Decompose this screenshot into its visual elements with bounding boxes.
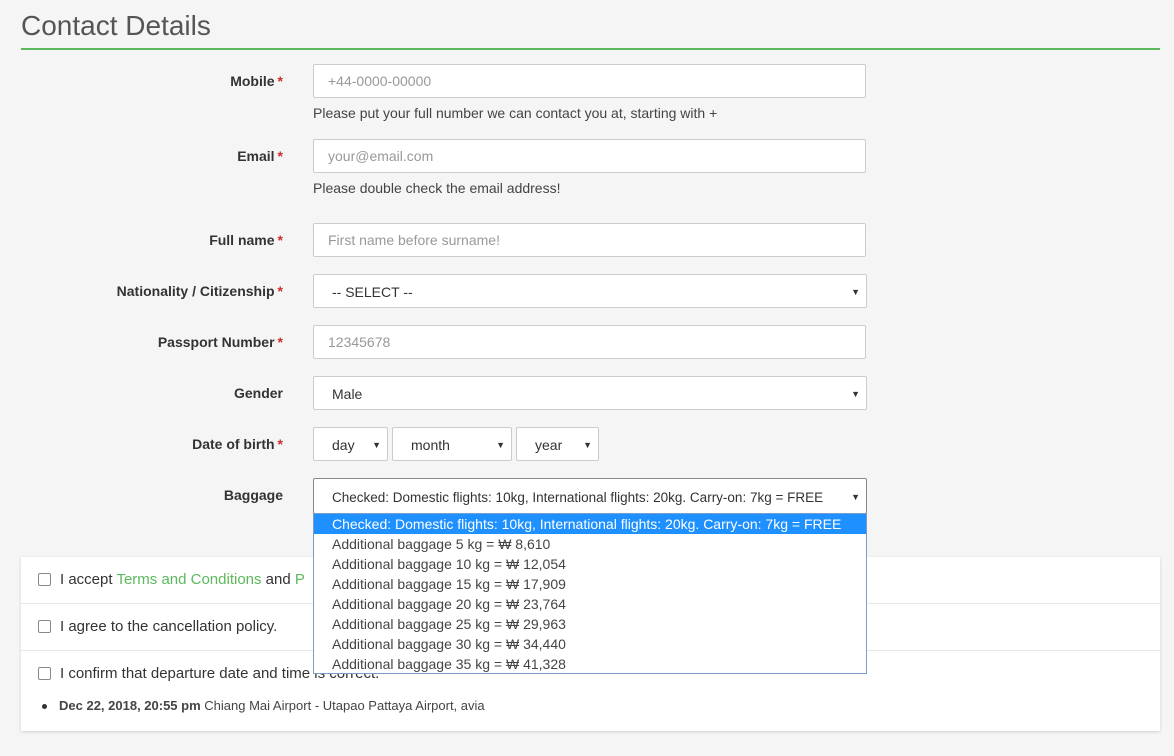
terms-prefix-text: I accept <box>60 571 117 588</box>
mobile-label-text: Mobile <box>230 73 275 89</box>
baggage-option[interactable]: Additional baggage 5 kg = ₩ 8,610 <box>314 534 866 554</box>
required-marker: * <box>277 436 283 452</box>
mobile-input[interactable]: +44-0000-00000 <box>313 64 866 98</box>
baggage-dropdown-list: Checked: Domestic flights: 10kg, Interna… <box>313 513 867 674</box>
baggage-label: Baggage <box>223 487 283 503</box>
nationality-label: Nationality / Citizenship * <box>117 283 283 299</box>
dob-label-text: Date of birth <box>192 436 275 452</box>
chevron-down-icon: ▼ <box>851 492 860 502</box>
departure-checkbox[interactable] <box>38 667 51 680</box>
email-input[interactable]: your@email.com <box>313 139 866 173</box>
dob-year-value: year <box>535 437 563 453</box>
privacy-link[interactable]: P <box>295 571 305 588</box>
passport-label-text: Passport Number <box>157 334 275 350</box>
passport-input[interactable]: 12345678 <box>313 325 866 359</box>
chevron-down-icon: ▼ <box>496 440 505 450</box>
gender-selected-value: Male <box>332 386 363 402</box>
chevron-down-icon: ▼ <box>851 389 860 399</box>
bullet-icon <box>42 704 47 710</box>
mobile-help-text: Please put your full number we can conta… <box>313 105 718 121</box>
dob-month-value: month <box>411 437 450 453</box>
required-marker: * <box>277 283 283 299</box>
chevron-down-icon: ▼ <box>372 440 381 450</box>
cancellation-label: I agree to the cancellation policy. <box>60 618 278 635</box>
gender-select[interactable]: Male ▼ <box>313 376 867 410</box>
baggage-select[interactable]: Checked: Domestic flights: 10kg, Interna… <box>313 478 867 514</box>
baggage-option[interactable]: Checked: Domestic flights: 10kg, Interna… <box>314 514 866 534</box>
full-name-input[interactable]: First name before surname! <box>313 223 866 257</box>
dob-month-select[interactable]: month ▼ <box>392 427 512 461</box>
email-label: Email * <box>237 148 283 164</box>
passport-label: Passport Number * <box>158 334 283 350</box>
baggage-option[interactable]: Additional baggage 10 kg = ₩ 12,054 <box>314 554 866 574</box>
terms-and-text: and <box>261 571 295 588</box>
nationality-select[interactable]: -- SELECT -- ▼ <box>313 274 867 308</box>
terms-checkbox[interactable] <box>38 573 51 586</box>
email-label-text: Email <box>237 148 275 164</box>
nationality-selected-value: -- SELECT -- <box>332 284 413 300</box>
mobile-label: Mobile * <box>230 73 283 89</box>
required-marker: * <box>277 148 283 164</box>
full-name-label-text: Full name <box>209 232 275 248</box>
flight-datetime: Dec 22, 2018, 20:55 pm <box>59 698 201 713</box>
required-marker: * <box>277 334 283 350</box>
dob-year-select[interactable]: year ▼ <box>516 427 599 461</box>
terms-label: I accept Terms and Conditions and P <box>60 571 305 588</box>
dob-day-value: day <box>332 437 355 453</box>
nationality-label-text: Nationality / Citizenship <box>116 283 275 299</box>
cancellation-checkbox[interactable] <box>38 620 51 633</box>
page-title: Contact Details <box>21 10 1160 50</box>
email-help-text: Please double check the email address! <box>313 180 561 196</box>
flight-info: Dec 22, 2018, 20:55 pm Chiang Mai Airpor… <box>42 698 485 713</box>
chevron-down-icon: ▼ <box>583 440 592 450</box>
baggage-option[interactable]: Additional baggage 15 kg = ₩ 17,909 <box>314 574 866 594</box>
dob-label: Date of birth * <box>192 436 283 452</box>
chevron-down-icon: ▼ <box>851 287 860 297</box>
dob-day-select[interactable]: day ▼ <box>313 427 388 461</box>
gender-label: Gender <box>233 385 283 401</box>
flight-route: Chiang Mai Airport - Utapao Pattaya Airp… <box>200 698 485 713</box>
terms-link[interactable]: Terms and Conditions <box>116 571 261 588</box>
full-name-label: Full name * <box>209 232 283 248</box>
baggage-option[interactable]: Additional baggage 35 kg = ₩ 41,328 <box>314 654 866 674</box>
baggage-option[interactable]: Additional baggage 20 kg = ₩ 23,764 <box>314 594 866 614</box>
baggage-selected-value: Checked: Domestic flights: 10kg, Interna… <box>332 490 824 505</box>
required-marker: * <box>277 73 283 89</box>
baggage-option[interactable]: Additional baggage 30 kg = ₩ 34,440 <box>314 634 866 654</box>
required-marker: * <box>277 232 283 248</box>
baggage-option[interactable]: Additional baggage 25 kg = ₩ 29,963 <box>314 614 866 634</box>
